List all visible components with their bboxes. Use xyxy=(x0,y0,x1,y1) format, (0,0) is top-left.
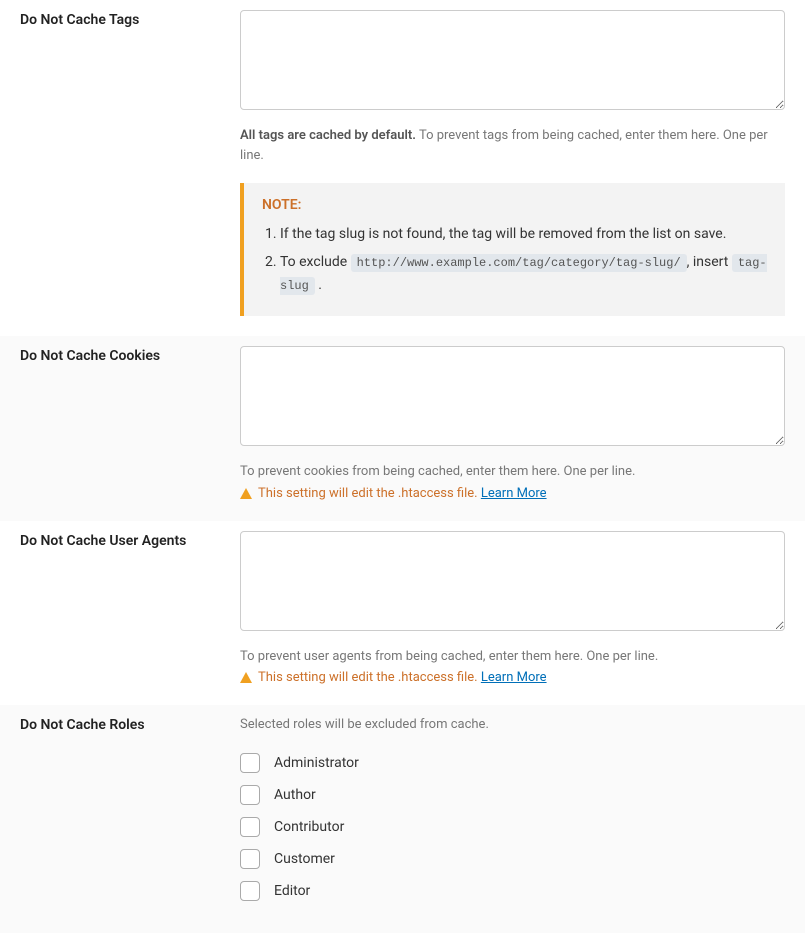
role-row: Contributor xyxy=(240,817,785,837)
role-label: Customer xyxy=(274,851,335,867)
label-cookies: Do Not Cache Cookies xyxy=(20,346,240,364)
note-box-tags: NOTE: If the tag slug is not found, the … xyxy=(240,183,785,316)
role-label: Administrator xyxy=(274,755,359,771)
role-label: Author xyxy=(274,787,316,803)
checkbox-editor[interactable] xyxy=(240,881,260,901)
roles-checkbox-list: Administrator Author Contributor Custome… xyxy=(240,753,785,901)
warning-user-agents-text: This setting will edit the .htaccess fil… xyxy=(258,670,478,685)
note-title: NOTE: xyxy=(262,197,767,213)
help-user-agents: To prevent user agents from being cached… xyxy=(240,647,785,667)
checkbox-author[interactable] xyxy=(240,785,260,805)
section-tags: Do Not Cache Tags All tags are cached by… xyxy=(0,0,805,336)
label-tags: Do Not Cache Tags xyxy=(20,10,240,28)
role-label: Contributor xyxy=(274,819,344,835)
section-user-agents: Do Not Cache User Agents To prevent user… xyxy=(0,521,805,706)
section-cookies: Do Not Cache Cookies To prevent cookies … xyxy=(0,336,805,521)
warning-icon xyxy=(240,672,252,683)
note-item-1: If the tag slug is not found, the tag wi… xyxy=(280,223,767,245)
content-user-agents: To prevent user agents from being cached… xyxy=(240,531,785,686)
label-user-agents: Do Not Cache User Agents xyxy=(20,531,240,549)
role-row: Administrator xyxy=(240,753,785,773)
help-tags: All tags are cached by default. To preve… xyxy=(240,126,785,165)
role-row: Customer xyxy=(240,849,785,869)
note-list: If the tag slug is not found, the tag wi… xyxy=(262,223,767,296)
textarea-cookies[interactable] xyxy=(240,346,785,446)
checkbox-administrator[interactable] xyxy=(240,753,260,773)
learn-more-cookies-link[interactable]: Learn More xyxy=(481,486,547,501)
warning-cookies-text: This setting will edit the .htaccess fil… xyxy=(258,486,478,501)
help-roles: Selected roles will be excluded from cac… xyxy=(240,715,785,735)
learn-more-user-agents-link[interactable]: Learn More xyxy=(481,670,547,685)
note-item-2-pre: To exclude xyxy=(280,254,351,270)
note-code-1: http://www.example.com/tag/category/tag-… xyxy=(351,254,687,272)
textarea-tags[interactable] xyxy=(240,10,785,110)
role-label: Editor xyxy=(274,883,310,899)
section-roles: Do Not Cache Roles Selected roles will b… xyxy=(0,705,805,933)
label-roles: Do Not Cache Roles xyxy=(20,715,240,733)
warning-user-agents: This setting will edit the .htaccess fil… xyxy=(240,670,785,685)
checkbox-customer[interactable] xyxy=(240,849,260,869)
warning-cookies: This setting will edit the .htaccess fil… xyxy=(240,486,785,501)
content-roles: Selected roles will be excluded from cac… xyxy=(240,715,785,913)
note-item-2-mid: , insert xyxy=(687,254,732,270)
textarea-user-agents[interactable] xyxy=(240,531,785,631)
warning-icon xyxy=(240,488,252,499)
content-tags: All tags are cached by default. To preve… xyxy=(240,10,785,316)
help-cookies: To prevent cookies from being cached, en… xyxy=(240,462,785,482)
help-tags-bold: All tags are cached by default. xyxy=(240,128,416,143)
note-item-2: To exclude http://www.example.com/tag/ca… xyxy=(280,251,767,296)
note-item-2-post: . xyxy=(315,277,322,293)
role-row: Author xyxy=(240,785,785,805)
checkbox-contributor[interactable] xyxy=(240,817,260,837)
content-cookies: To prevent cookies from being cached, en… xyxy=(240,346,785,501)
role-row: Editor xyxy=(240,881,785,901)
